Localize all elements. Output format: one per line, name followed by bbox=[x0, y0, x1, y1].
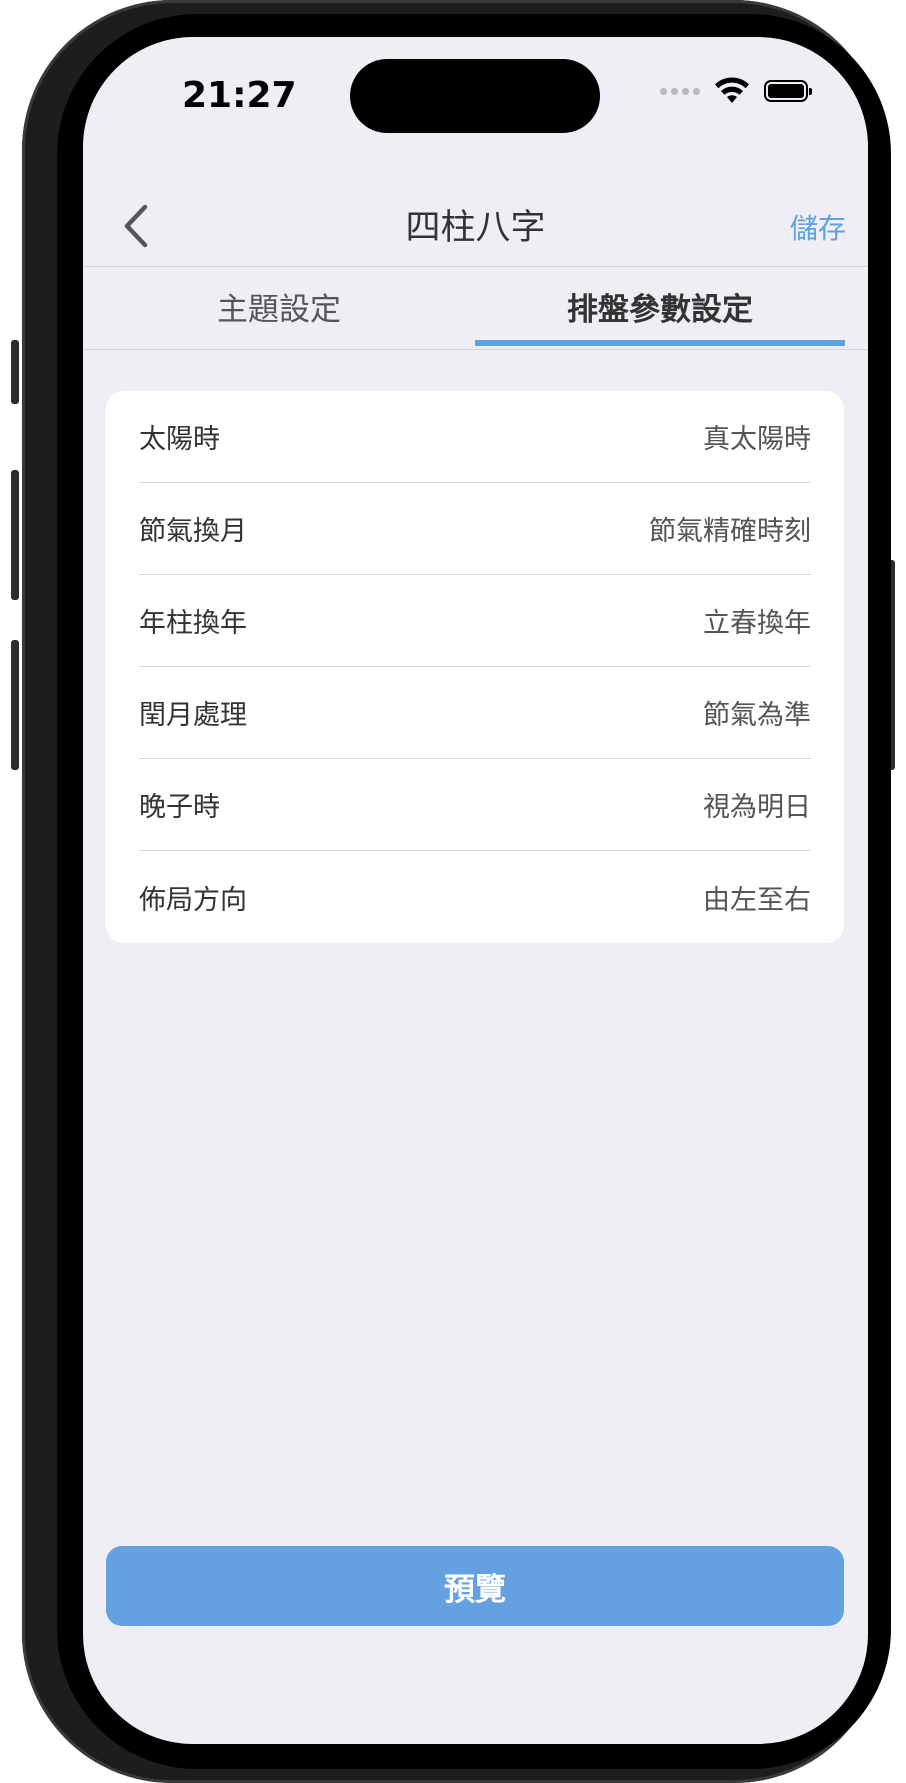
setting-label: 閏月處理 bbox=[139, 700, 247, 731]
setting-label: 節氣換月 bbox=[139, 516, 247, 547]
setting-value: 由左至右 bbox=[703, 884, 811, 916]
setting-row-late-zi-hour[interactable]: 晚子時 視為明日 bbox=[139, 759, 811, 851]
setting-row-leap-month[interactable]: 閏月處理 節氣為準 bbox=[139, 667, 811, 759]
phone-frame: 21:27 四柱八字 儲存 主題設定 排盤參數設定 太陽時 真太陽時 節氣換月 … bbox=[11, 0, 895, 1783]
setting-value: 立春換年 bbox=[703, 608, 811, 639]
settings-card: 太陽時 真太陽時 節氣換月 節氣精確時刻 年柱換年 立春換年 閏月處理 節氣為準… bbox=[106, 391, 844, 943]
setting-row-layout-direction[interactable]: 佈局方向 由左至右 bbox=[139, 851, 811, 943]
mute-switch bbox=[11, 340, 19, 404]
setting-label: 佈局方向 bbox=[139, 884, 247, 916]
setting-label: 太陽時 bbox=[139, 424, 220, 455]
divider bbox=[83, 349, 868, 350]
status-time: 21:27 bbox=[182, 75, 297, 116]
tab-chart-parameters[interactable]: 排盤參數設定 bbox=[475, 267, 845, 345]
preview-button[interactable]: 預覽 bbox=[106, 1546, 844, 1626]
navigation-bar: 四柱八字 儲存 bbox=[83, 187, 868, 267]
tab-bar: 主題設定 排盤參數設定 bbox=[83, 267, 868, 347]
setting-value: 視為明日 bbox=[703, 792, 811, 823]
setting-row-year-pillar[interactable]: 年柱換年 立春換年 bbox=[139, 575, 811, 667]
setting-value: 節氣精確時刻 bbox=[649, 516, 811, 547]
wifi-icon bbox=[715, 77, 749, 103]
setting-value: 節氣為準 bbox=[703, 700, 811, 731]
setting-row-solar-time[interactable]: 太陽時 真太陽時 bbox=[139, 391, 811, 483]
setting-value: 真太陽時 bbox=[703, 424, 811, 455]
setting-label: 年柱換年 bbox=[139, 608, 247, 639]
active-tab-indicator bbox=[475, 340, 845, 346]
page-title: 四柱八字 bbox=[405, 208, 546, 248]
setting-row-solar-term-month[interactable]: 節氣換月 節氣精確時刻 bbox=[139, 483, 811, 575]
cellular-signal-icon bbox=[660, 87, 700, 95]
tab-theme-settings[interactable]: 主題設定 bbox=[83, 267, 475, 345]
setting-label: 晚子時 bbox=[139, 792, 220, 823]
volume-down-button bbox=[11, 640, 19, 770]
dynamic-island bbox=[350, 59, 600, 133]
save-button[interactable]: 儲存 bbox=[790, 207, 846, 247]
battery-icon bbox=[764, 80, 812, 102]
status-icons bbox=[660, 77, 812, 105]
volume-up-button bbox=[11, 470, 19, 600]
screen: 21:27 四柱八字 儲存 主題設定 排盤參數設定 太陽時 真太陽時 節氣換月 … bbox=[83, 37, 868, 1744]
